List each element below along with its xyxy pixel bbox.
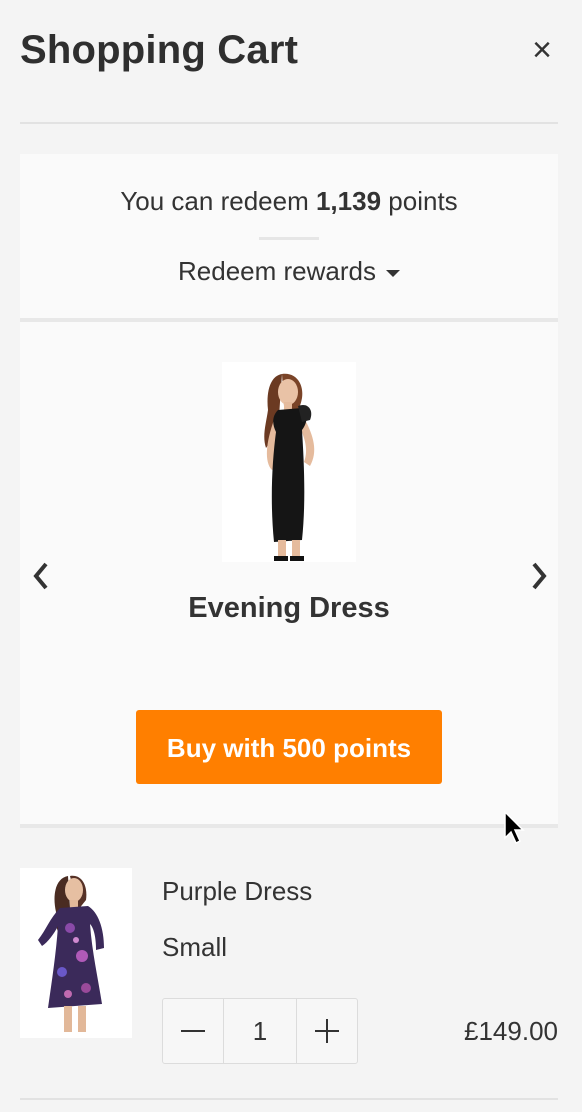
section-divider bbox=[20, 824, 558, 828]
close-icon[interactable]: × bbox=[526, 33, 558, 67]
reward-carousel: Evening Dress Buy with 500 points bbox=[20, 322, 558, 824]
cart-header: Shopping Cart × bbox=[20, 28, 558, 78]
quantity-stepper: 1 bbox=[162, 998, 358, 1064]
redeem-rewards-toggle[interactable]: Redeem rewards bbox=[20, 256, 558, 287]
page-title: Shopping Cart bbox=[20, 28, 299, 72]
cart-item-size: Small bbox=[162, 932, 228, 962]
reward-product-image bbox=[222, 362, 356, 562]
chevron-left-icon[interactable] bbox=[28, 558, 54, 594]
cart-item-divider bbox=[20, 1098, 558, 1100]
cart-item-price: £149.00 bbox=[464, 1016, 558, 1046]
quantity-value[interactable]: 1 bbox=[223, 999, 297, 1063]
points-prefix: You can redeem bbox=[120, 186, 309, 216]
points-suffix: points bbox=[388, 186, 458, 216]
cart-item-image bbox=[20, 868, 132, 1038]
header-divider bbox=[20, 122, 558, 124]
caret-down-icon bbox=[385, 269, 400, 277]
cart-item-name: Purple Dress bbox=[162, 876, 313, 906]
reward-product-name: Evening Dress bbox=[188, 592, 390, 624]
chevron-right-icon[interactable] bbox=[526, 558, 552, 594]
points-panel: You can redeem 1,139 points Redeem rewar… bbox=[20, 154, 558, 318]
points-amount: 1,139 bbox=[315, 186, 382, 216]
mouse-pointer-icon bbox=[503, 810, 527, 846]
redeem-rewards-label: Redeem rewards bbox=[178, 256, 376, 286]
cart-item: Purple Dress Small 1 £149.00 bbox=[20, 868, 558, 1068]
points-divider bbox=[259, 237, 319, 240]
plus-icon[interactable] bbox=[296, 999, 357, 1063]
buy-with-points-button[interactable]: Buy with 500 points bbox=[136, 710, 442, 784]
points-balance: You can redeem 1,139 points bbox=[20, 186, 558, 217]
minus-icon[interactable] bbox=[163, 999, 224, 1063]
